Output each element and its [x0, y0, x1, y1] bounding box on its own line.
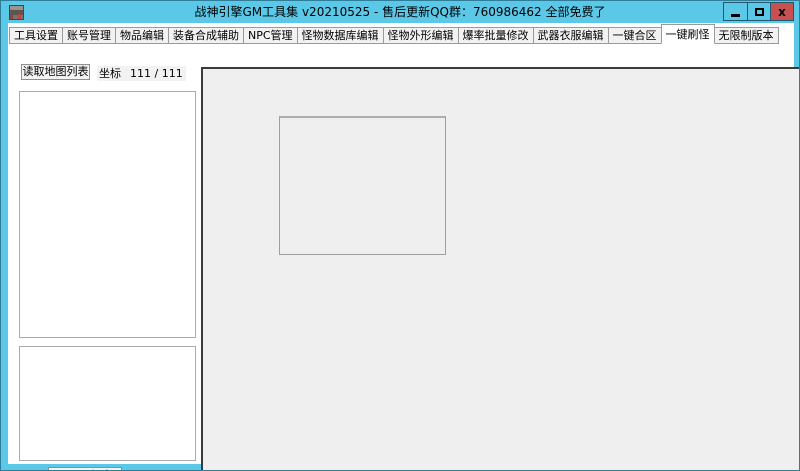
map-region-rectangle — [279, 116, 446, 255]
tab-item[interactable]: 怪物数据库编辑 — [297, 27, 384, 44]
app-window: 战神引擎GM工具集 v20210525 - 售后更新QQ群：760986462 … — [0, 0, 800, 471]
coordinate-value: 111 / 111 — [130, 66, 183, 81]
tab-strip: 工具设置账号管理物品编辑装备合成辅助NPC管理怪物数据库编辑怪物外形编辑爆率批量… — [9, 24, 794, 44]
coordinate-readout: 坐标 111 / 111 — [97, 66, 186, 81]
close-button[interactable]: x — [770, 3, 793, 20]
caption-button-group: x — [723, 2, 794, 21]
tab-item[interactable]: 装备合成辅助 — [168, 27, 244, 44]
tab-item[interactable]: 账号管理 — [62, 27, 116, 44]
map-canvas[interactable] — [201, 67, 800, 471]
minimize-button[interactable] — [724, 3, 747, 20]
show-spawn-points-button[interactable]: 显示刷怪点 — [48, 467, 122, 471]
read-map-list-button[interactable]: 读取地图列表 — [21, 64, 90, 80]
client-area: 工具设置账号管理物品编辑装备合成辅助NPC管理怪物数据库编辑怪物外形编辑爆率批量… — [8, 23, 794, 464]
maximize-button[interactable] — [747, 3, 770, 20]
minimize-icon — [731, 14, 740, 17]
spawn-point-listbox[interactable] — [19, 346, 196, 461]
tab-item[interactable]: 物品编辑 — [115, 27, 169, 44]
maximize-icon — [755, 8, 764, 16]
tab-item[interactable]: 一键刷怪 — [661, 24, 715, 44]
tab-item[interactable]: 无限制版本 — [714, 27, 779, 44]
tab-item[interactable]: 武器衣服编辑 — [533, 27, 609, 44]
map-listbox[interactable] — [19, 91, 196, 338]
tab-item[interactable]: 一键合区 — [608, 27, 662, 44]
tab-item[interactable]: 爆率批量修改 — [458, 27, 534, 44]
coordinate-label: 坐标 — [99, 66, 121, 81]
tab-item[interactable]: NPC管理 — [243, 27, 298, 44]
tab-item[interactable]: 怪物外形编辑 — [383, 27, 459, 44]
window-title: 战神引擎GM工具集 v20210525 - 售后更新QQ群：760986462 … — [1, 1, 799, 23]
tab-item[interactable]: 工具设置 — [9, 27, 63, 44]
close-icon: x — [778, 6, 786, 18]
title-bar: 战神引擎GM工具集 v20210525 - 售后更新QQ群：760986462 … — [1, 1, 799, 23]
